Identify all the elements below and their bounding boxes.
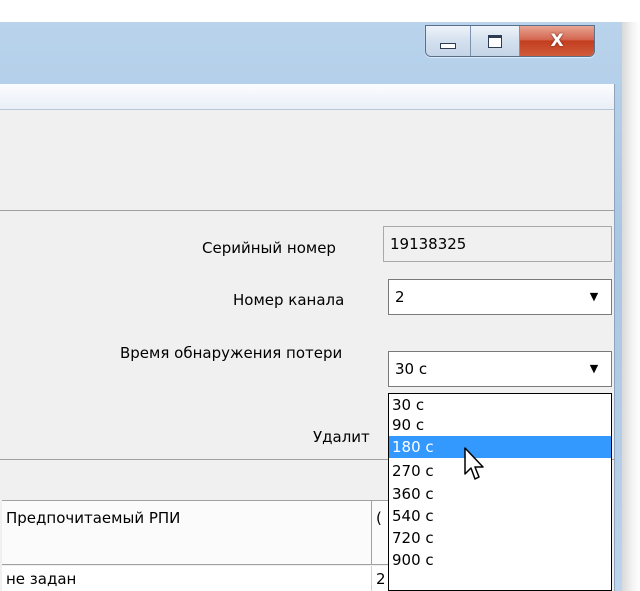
dropdown-option[interactable]: 540 с [389,505,611,527]
chevron-down-icon[interactable]: ▼ [578,281,610,313]
dropdown-option[interactable]: 270 с [389,460,611,482]
maximize-icon [488,34,502,48]
close-icon: X [550,31,564,51]
dropdown-option[interactable]: 90 с [389,414,611,436]
toolbar-area [0,110,614,211]
minimize-button[interactable] [426,26,471,56]
menu-bar [0,84,614,110]
dropdown-option[interactable]: 360 с [389,483,611,505]
table-cell: не задан [2,566,372,591]
loss-detection-time-combo[interactable]: 30 с ▼ [388,351,612,387]
mouse-pointer-icon [464,447,484,480]
channel-number-label: Номер канала [233,291,345,309]
dropdown-option[interactable]: 30 с [389,394,611,416]
loss-detection-time-value: 30 с [395,360,428,378]
loss-detection-time-dropdown: 30 с 90 с 180 с 270 с 360 с 540 с 720 с … [388,393,612,591]
dropdown-option[interactable]: 900 с [389,549,611,571]
window-shadow [622,22,640,591]
loss-detection-time-label: Время обнаружения потери [120,344,343,362]
close-button[interactable]: X [520,26,594,56]
channel-number-combo[interactable]: 2 ▼ [388,279,612,315]
toolbar-panel [0,110,614,210]
chevron-down-icon[interactable]: ▼ [578,353,610,385]
column-header-preferred-rpi[interactable]: Предпочитаемый РПИ [2,501,372,565]
maximize-button[interactable] [471,26,520,56]
serial-number-field: 19138325 [383,226,612,262]
minimize-icon [440,43,456,49]
delete-label: Удалит [313,428,370,446]
title-bar: X [0,22,622,84]
desktop-background [0,0,640,22]
dropdown-option-selected[interactable]: 180 с [389,436,611,458]
serial-number-label: Серийный номер [202,239,336,257]
dropdown-option[interactable]: 720 с [389,527,611,549]
caption-buttons: X [425,25,595,57]
channel-number-value: 2 [395,288,405,306]
